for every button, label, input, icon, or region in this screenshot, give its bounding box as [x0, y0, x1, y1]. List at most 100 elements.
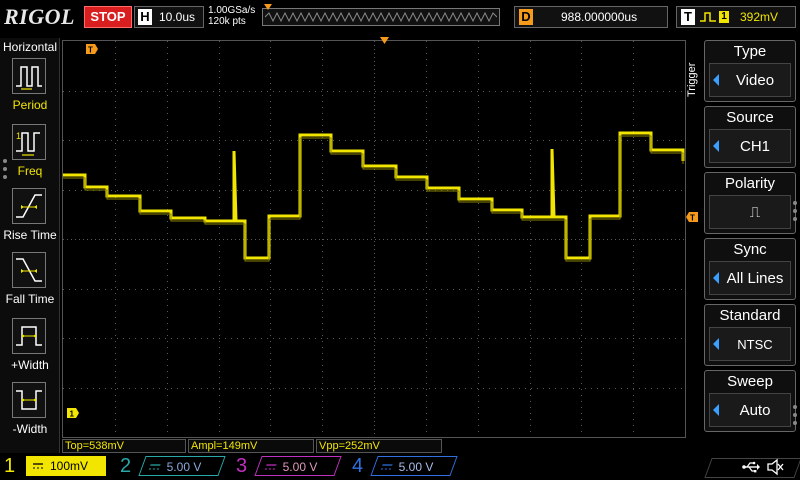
brand-logo: RIGOL — [4, 4, 75, 29]
trigger-level-marker-icon[interactable]: T — [686, 212, 698, 222]
dc-coupling-icon — [380, 464, 393, 470]
top-status-bar: RIGOL STOP H 10.0us 1.00GSa/s 120k pts D… — [0, 0, 800, 36]
measure-rise-time-button[interactable]: Rise Time — [0, 188, 60, 250]
trigger-polarity-value-box: ⎍ — [709, 195, 791, 229]
rise-time-icon — [12, 188, 46, 224]
trigger-sync-value: All Lines — [726, 270, 784, 287]
menu-left-arrow-icon — [713, 74, 719, 86]
ch1-ground-marker-label: 1 — [70, 410, 75, 419]
trigger-source-value: CH1 — [739, 138, 770, 155]
delay-letter: D — [519, 9, 533, 25]
neg-width-icon — [12, 382, 46, 418]
measurement-vpp[interactable]: Vpp=252mV — [316, 439, 442, 453]
trigger-polarity-header: Polarity — [724, 175, 776, 192]
trigger-source-button[interactable]: Source CH1 — [704, 106, 796, 168]
trigger-sync-header: Sync — [733, 241, 767, 258]
trigger-type-header: Type — [733, 43, 767, 60]
trigger-standard-header: Standard — [719, 307, 781, 324]
memory-depth: 120k pts — [208, 16, 246, 27]
measure-fall-time-label: Fall Time — [5, 292, 55, 306]
trigger-type-value: Video — [735, 72, 775, 89]
trigger-standard-value: NTSC — [737, 337, 773, 352]
trigger-letter: T — [681, 9, 695, 25]
channel-2-number: 2 — [120, 455, 132, 477]
trigger-standard-value-box: NTSC — [709, 327, 791, 361]
measure-freq-button[interactable]: 1 Freq — [0, 124, 60, 186]
ch1-ground-marker-icon[interactable]: 1 — [67, 408, 79, 418]
channel-1-status[interactable]: 1 100mV — [0, 454, 110, 480]
memory-waveform-preview — [265, 11, 497, 23]
measure-pos-width-label: +Width — [11, 358, 49, 372]
menu-left-arrow-icon — [713, 338, 719, 350]
dc-coupling-icon — [148, 464, 161, 470]
horizontal-menu: Horizontal Period 1 Freq Rise Time Fall … — [0, 38, 60, 453]
sample-rate: 1.00GSa/s — [208, 5, 256, 16]
channel-2-scale-box: 5.00 V — [138, 456, 226, 476]
period-icon — [12, 58, 46, 94]
trigger-sweep-value-box: Auto — [709, 393, 791, 427]
horizontal-menu-title: Horizontal — [2, 40, 58, 54]
trigger-source-badge: 1 — [719, 11, 729, 23]
trigger-sweep-button[interactable]: Sweep Auto — [704, 370, 796, 432]
trigger-sweep-header: Sweep — [727, 373, 773, 390]
trigger-level: 392mV — [740, 10, 779, 24]
freq-icon: 1 — [12, 124, 46, 160]
trigger-type-value-box: Video — [709, 63, 791, 97]
trigger-source-header: Source — [726, 109, 774, 126]
dc-coupling-icon — [264, 464, 277, 470]
polarity-pulse-icon: ⎍ — [749, 204, 761, 221]
trigger-menu-title: Trigger — [686, 62, 698, 98]
channel-4-scale-box: 5.00 V — [370, 456, 458, 476]
acquisition-info: 1.00GSa/s 120k pts — [208, 5, 255, 27]
speaker-muted-icon[interactable] — [766, 458, 784, 476]
timebase-box[interactable]: H 10.0us — [134, 6, 204, 28]
measure-neg-width-label: -Width — [12, 422, 48, 436]
run-stop-indicator[interactable]: STOP — [84, 6, 132, 28]
channel-3-scale: 5.00 V — [282, 460, 318, 474]
measurement-top[interactable]: Top=538mV — [62, 439, 186, 453]
trigger-standard-button[interactable]: Standard NTSC — [704, 304, 796, 366]
channel-1-number: 1 — [4, 455, 16, 477]
channel-2-status[interactable]: 2 5.00 V — [116, 454, 232, 480]
channel-4-number: 4 — [352, 455, 364, 477]
graticule — [63, 41, 685, 437]
usb-icon — [742, 461, 760, 473]
channel-1-scale-box: 100mV — [26, 456, 106, 476]
measure-pos-width-button[interactable]: +Width — [0, 318, 60, 380]
measure-period-button[interactable]: Period — [0, 58, 60, 120]
measure-period-label: Period — [12, 98, 48, 112]
trigger-sync-value-box: All Lines — [709, 261, 791, 295]
ch1-trace-shadow — [63, 135, 684, 262]
measure-neg-width-button[interactable]: -Width — [0, 382, 60, 444]
channel-3-status[interactable]: 3 5.00 V — [232, 454, 348, 480]
trigger-level-marker-label: T — [690, 214, 695, 223]
right-menu-dots-icon — [793, 201, 797, 221]
trigger-sync-button[interactable]: Sync All Lines — [704, 238, 796, 300]
channel-4-status[interactable]: 4 5.00 V — [348, 454, 464, 480]
memory-position-bar[interactable] — [262, 4, 500, 26]
channel-3-scale-box: 5.00 V — [254, 456, 342, 476]
measure-freq-label: Freq — [17, 164, 43, 178]
fall-time-icon — [12, 252, 46, 288]
dc-coupling-icon — [33, 463, 43, 469]
delay-box[interactable]: D 988.000000us — [514, 6, 668, 28]
menu-left-arrow-icon — [713, 404, 719, 416]
timebase-value: 10.0us — [159, 10, 196, 24]
channel-1-scale: 100mV — [50, 459, 89, 473]
trigger-position-marker-icon[interactable] — [380, 37, 389, 44]
measure-fall-time-button[interactable]: Fall Time — [0, 252, 60, 314]
channel-4-scale: 5.00 V — [398, 460, 434, 474]
trigger-source-value-box: CH1 — [709, 129, 791, 163]
waveform-display[interactable] — [62, 40, 686, 438]
measurement-ampl[interactable]: Ampl=149mV — [188, 439, 314, 453]
trigger-edge-icon — [700, 12, 716, 22]
right-menu-dots-icon — [793, 405, 797, 425]
channel-3-number: 3 — [236, 455, 248, 477]
timebase-letter: H — [138, 9, 152, 25]
trigger-status-box[interactable]: T 1 392mV — [676, 6, 796, 28]
trigger-type-button[interactable]: Type Video — [704, 40, 796, 102]
trigger-polarity-button[interactable]: Polarity ⎍ — [704, 172, 796, 234]
measure-rise-time-label: Rise Time — [3, 228, 57, 242]
t-marker-label: T — [88, 46, 93, 55]
left-menu-page-dots-icon — [3, 159, 7, 179]
